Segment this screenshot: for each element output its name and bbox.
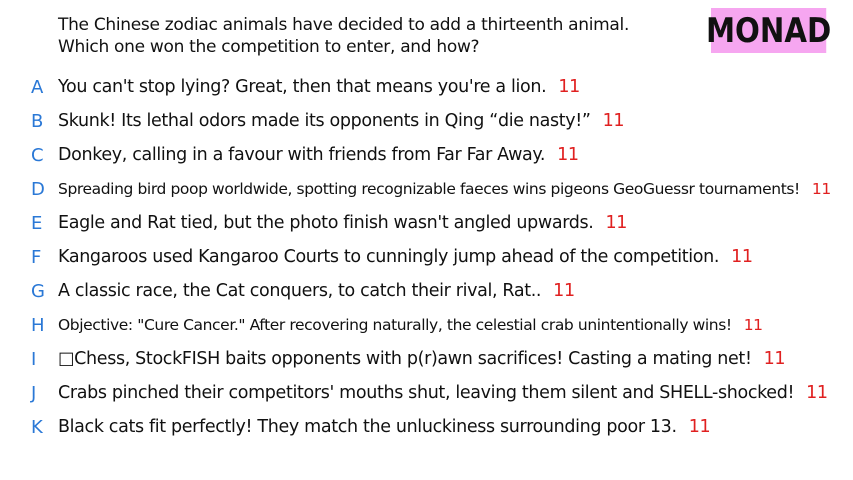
option-label: □Chess, StockFISH baits opponents with p… <box>58 349 752 369</box>
vote-count: 11 <box>811 180 831 198</box>
option-letter: G <box>31 280 45 302</box>
option-letter: I <box>31 348 37 370</box>
option-label: A classic race, the Cat conquers, to cat… <box>58 281 542 301</box>
answer-option-a[interactable]: A You can't stop lying? Great, then that… <box>0 70 853 104</box>
answer-option-c[interactable]: C Donkey, calling in a favour with frien… <box>0 138 853 172</box>
option-text: □Chess, StockFISH baits opponents with p… <box>58 349 786 369</box>
vote-count: 11 <box>602 111 625 131</box>
answer-option-i[interactable]: I □Chess, StockFISH baits opponents with… <box>0 342 853 376</box>
option-text: Spreading bird poop worldwide, spotting … <box>58 180 831 198</box>
answer-option-f[interactable]: F Kangaroos used Kangaroo Courts to cunn… <box>0 240 853 274</box>
option-label: Kangaroos used Kangaroo Courts to cunnin… <box>58 247 720 267</box>
option-letter: A <box>31 76 44 98</box>
option-label: Spreading bird poop worldwide, spotting … <box>58 180 800 198</box>
option-label: Eagle and Rat tied, but the photo finish… <box>58 213 594 233</box>
answer-option-g[interactable]: G A classic race, the Cat conquers, to c… <box>0 274 853 308</box>
vote-count: 11 <box>553 281 575 301</box>
option-letter: B <box>31 110 44 132</box>
option-letter: K <box>31 416 43 438</box>
answer-option-j[interactable]: J Crabs pinched their competitors' mouth… <box>0 376 853 410</box>
option-text: Crabs pinched their competitors' mouths … <box>58 383 828 403</box>
option-letter: J <box>31 382 37 404</box>
option-text: Black cats fit perfectly! They match the… <box>58 417 711 437</box>
answer-option-h[interactable]: H Objective: "Cure Cancer." After recove… <box>0 308 853 342</box>
option-label: You can't stop lying? Great, then that m… <box>58 77 547 97</box>
option-text: Eagle and Rat tied, but the photo finish… <box>58 213 627 233</box>
vote-count: 11 <box>688 417 711 437</box>
vote-count: 11 <box>731 247 753 267</box>
brand-logo: MONAD <box>706 8 831 53</box>
question-line-1: The Chinese zodiac animals have decided … <box>58 15 630 35</box>
option-text: A classic race, the Cat conquers, to cat… <box>58 281 575 301</box>
option-letter: C <box>31 144 44 166</box>
vote-count: 11 <box>558 77 580 97</box>
option-label: Objective: "Cure Cancer." After recoveri… <box>58 316 732 334</box>
answer-option-d[interactable]: D Spreading bird poop worldwide, spottin… <box>0 172 853 206</box>
vote-count: 11 <box>743 316 763 334</box>
option-text: Objective: "Cure Cancer." After recoveri… <box>58 316 763 334</box>
option-text: Skunk! Its lethal odors made its opponen… <box>58 111 625 131</box>
answer-option-e[interactable]: E Eagle and Rat tied, but the photo fini… <box>0 206 853 240</box>
option-label: Donkey, calling in a favour with friends… <box>58 145 546 165</box>
option-letter: F <box>31 246 42 268</box>
option-label: Skunk! Its lethal odors made its opponen… <box>58 111 591 131</box>
option-text: Kangaroos used Kangaroo Courts to cunnin… <box>58 247 753 267</box>
vote-count: 11 <box>763 349 786 369</box>
option-label: Crabs pinched their competitors' mouths … <box>58 383 795 403</box>
question-prompt: The Chinese zodiac animals have decided … <box>58 14 629 58</box>
vote-count: 11 <box>806 383 828 403</box>
option-text: Donkey, calling in a favour with friends… <box>58 145 579 165</box>
answer-option-b[interactable]: B Skunk! Its lethal odors made its oppon… <box>0 104 853 138</box>
question-line-2: Which one won the competition to enter, … <box>58 37 480 57</box>
answer-option-k[interactable]: K Black cats fit perfectly! They match t… <box>0 410 853 444</box>
option-letter: D <box>31 178 45 200</box>
vote-count: 11 <box>557 145 579 165</box>
option-letter: E <box>31 212 43 234</box>
option-text: You can't stop lying? Great, then that m… <box>58 77 580 97</box>
vote-count: 11 <box>605 213 628 233</box>
option-label: Black cats fit perfectly! They match the… <box>58 417 677 437</box>
option-letter: H <box>31 314 45 336</box>
